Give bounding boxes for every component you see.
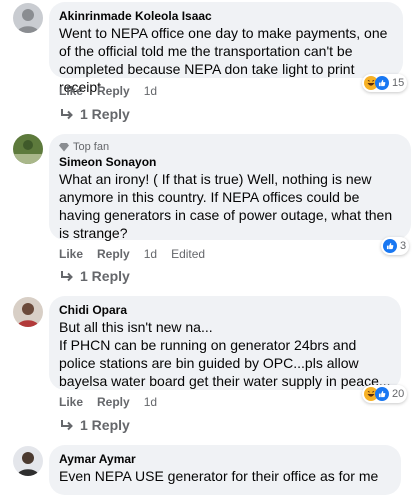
top-fan-badge: Top fan: [59, 140, 401, 154]
reply-arrow-icon: [61, 271, 73, 282]
reaction-count: 20: [392, 388, 405, 400]
timestamp[interactable]: 1d: [144, 84, 157, 98]
replies-label[interactable]: 1 Reply: [80, 268, 130, 284]
like-link[interactable]: Like: [59, 84, 83, 98]
reaction-count: 15: [392, 77, 405, 89]
comment-text: Even NEPA USE generator for their office…: [59, 468, 379, 484]
like-link[interactable]: Like: [59, 247, 83, 261]
like-icon: [383, 239, 397, 253]
reply-link[interactable]: Reply: [97, 84, 130, 98]
reply-link[interactable]: Reply: [97, 247, 130, 261]
author-name[interactable]: Akinrinmade Koleola Isaac: [59, 8, 393, 24]
reply-link[interactable]: Reply: [97, 395, 130, 409]
view-replies[interactable]: 1 Reply: [60, 106, 130, 122]
comment-text: What an irony! ( If that is true) Well, …: [59, 171, 393, 241]
reaction-summary[interactable]: 15: [362, 74, 408, 92]
reaction-summary[interactable]: 20: [362, 385, 408, 403]
edited-label: Edited: [171, 247, 206, 261]
comment-actions: Like Reply 1d Edited: [59, 247, 219, 261]
view-replies[interactable]: 1 Reply: [60, 417, 130, 433]
author-name[interactable]: Chidi Opara: [59, 302, 391, 318]
timestamp[interactable]: 1d: [144, 395, 157, 409]
badge-label: Top fan: [73, 141, 110, 153]
comment-bubble: Top fan Simeon Sonayon What an irony! ( …: [49, 134, 411, 241]
reaction-count: 3: [400, 240, 407, 252]
author-name[interactable]: Aymar Aymar: [59, 451, 391, 467]
comment-bubble: Akinrinmade Koleola Isaac Went to NEPA o…: [49, 2, 403, 95]
timestamp[interactable]: 1d: [144, 247, 157, 261]
comment-bubble: Chidi Opara But all this isn't new na...…: [49, 296, 401, 390]
avatar[interactable]: [13, 446, 43, 476]
comment-bubble: Aymar Aymar Even NEPA USE generator for …: [49, 445, 401, 495]
replies-label[interactable]: 1 Reply: [80, 106, 130, 122]
diamond-icon: [59, 143, 69, 152]
reply-arrow-icon: [61, 109, 73, 120]
avatar[interactable]: [13, 134, 43, 164]
comment-actions: Like Reply 1d: [59, 395, 171, 409]
reaction-summary[interactable]: 3: [381, 237, 410, 255]
avatar[interactable]: [13, 3, 43, 33]
like-link[interactable]: Like: [59, 395, 83, 409]
like-icon: [375, 76, 389, 90]
comment-actions: Like Reply 1d: [59, 84, 171, 98]
replies-label[interactable]: 1 Reply: [80, 417, 130, 433]
like-icon: [375, 387, 389, 401]
reply-arrow-icon: [61, 420, 73, 431]
author-name[interactable]: Simeon Sonayon: [59, 154, 401, 170]
view-replies[interactable]: 1 Reply: [60, 268, 130, 284]
comment-text: But all this isn't new na... If PHCN can…: [59, 319, 391, 389]
avatar[interactable]: [13, 297, 43, 327]
